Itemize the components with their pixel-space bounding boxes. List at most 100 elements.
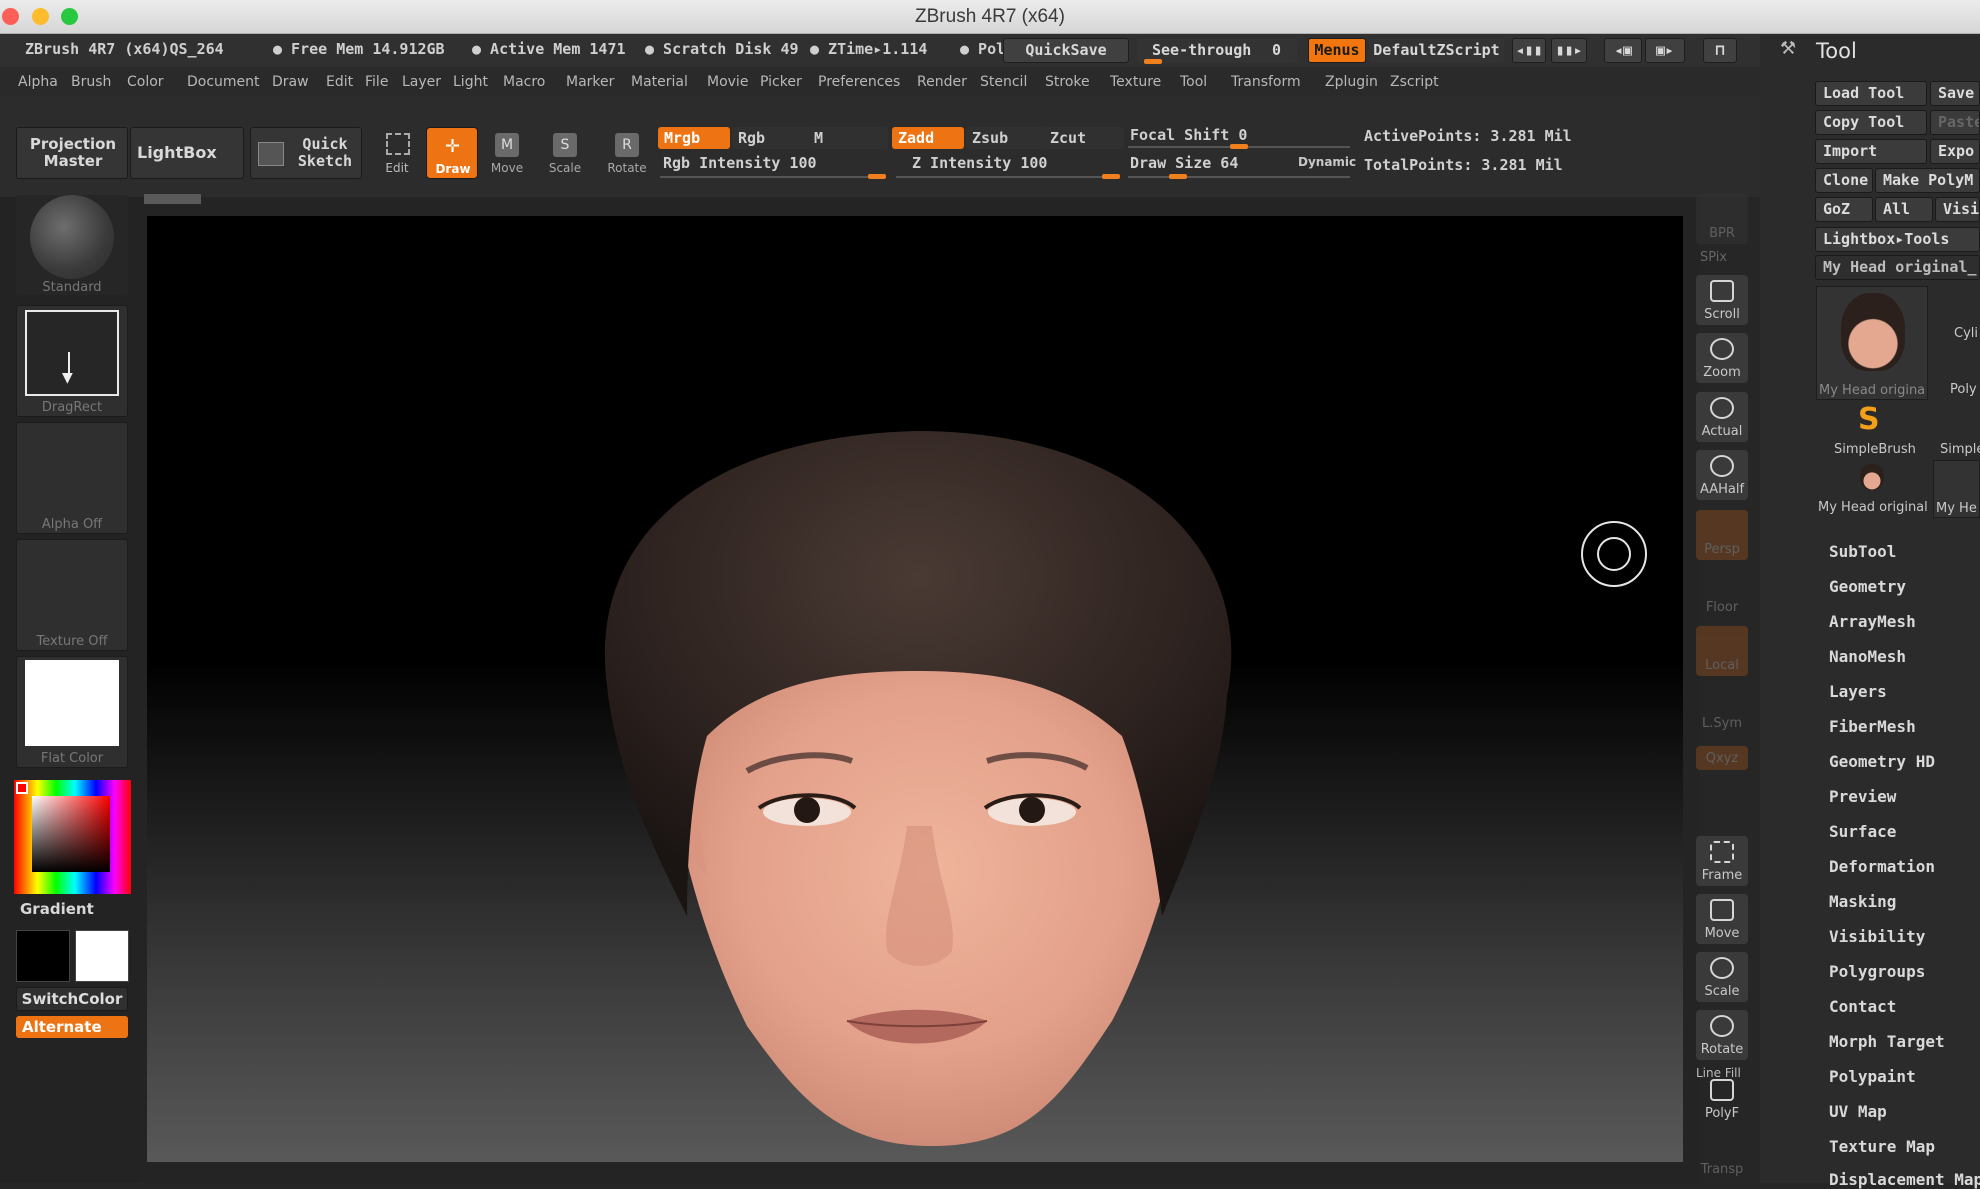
subpalette-nanomesh[interactable]: NanoMesh <box>1829 647 1906 666</box>
subpalette-surface[interactable]: Surface <box>1829 822 1896 841</box>
quick-sketch-button[interactable]: Quick Sketch <box>250 127 362 179</box>
m-button[interactable]: M <box>808 127 888 149</box>
alpha-slot[interactable]: Alpha Off <box>16 422 128 534</box>
brush-slot[interactable]: Standard <box>16 195 128 295</box>
subpalette-texture-map[interactable]: Texture Map <box>1829 1137 1935 1156</box>
menu-stroke[interactable]: Stroke <box>1045 74 1090 90</box>
menu-picker[interactable]: Picker <box>760 74 802 90</box>
lightbox-tools-button[interactable]: Lightbox▸Tools <box>1815 227 1980 252</box>
z-intensity-knob[interactable] <box>1102 174 1120 179</box>
mrgb-button[interactable]: Mrgb <box>658 127 730 149</box>
subpalette-displacement-map[interactable]: Displacement Map <box>1829 1170 1980 1189</box>
menu-layer[interactable]: Layer <box>402 74 441 90</box>
subpalette-visibility[interactable]: Visibility <box>1829 927 1925 946</box>
scroll-button[interactable]: Scroll <box>1696 275 1748 325</box>
rotate-button[interactable]: R Rotate <box>602 127 652 179</box>
actual-button[interactable]: Actual <box>1696 392 1748 442</box>
goz-all-button[interactable]: All <box>1875 197 1933 222</box>
xyz-button[interactable]: Qxyz <box>1696 746 1748 770</box>
menu-draw[interactable]: Draw <box>272 74 309 90</box>
quicksave-button[interactable]: QuickSave <box>1003 38 1129 63</box>
paste-tool-button[interactable]: Paste <box>1930 110 1980 135</box>
thumb-simple2-label[interactable]: Simple <box>1940 442 1980 457</box>
subpalette-geometry-hd[interactable]: Geometry HD <box>1829 752 1935 771</box>
rotate-view-button[interactable]: Rotate <box>1696 1010 1748 1060</box>
tool-thumb-simplebrush[interactable]: S SimpleBrush <box>1816 402 1928 458</box>
tool-thumb-my-head-2[interactable]: My Head original <box>1816 460 1928 518</box>
persp-button[interactable]: Persp <box>1696 510 1748 560</box>
default-zscript-button[interactable]: DefaultZScript <box>1369 38 1504 63</box>
menu-material[interactable]: Material <box>631 74 688 90</box>
tool-thumb-my-head[interactable]: My Head origina <box>1816 286 1928 400</box>
lsym-button[interactable]: L.Sym <box>1696 684 1748 734</box>
material-slot[interactable]: Flat Color <box>16 656 128 768</box>
copy-tool-button[interactable]: Copy Tool <box>1815 110 1927 135</box>
menu-zplugin[interactable]: Zplugin <box>1325 74 1378 90</box>
bpr-button[interactable]: BPR <box>1696 194 1748 244</box>
color-picker[interactable] <box>14 780 131 894</box>
clone-button[interactable]: Clone <box>1815 168 1873 193</box>
local-button[interactable]: Local <box>1696 626 1748 676</box>
goz-visible-button[interactable]: Visib <box>1935 197 1980 222</box>
subpalette-morph-target[interactable]: Morph Target <box>1829 1032 1945 1051</box>
ui-layout-prev-icon[interactable]: ◂▮▮ <box>1512 38 1546 63</box>
subpalette-masking[interactable]: Masking <box>1829 892 1896 911</box>
menu-texture[interactable]: Texture <box>1110 74 1161 90</box>
lightbox-button[interactable]: LightBox <box>130 127 244 179</box>
menu-render[interactable]: Render <box>917 74 967 90</box>
subpalette-subtool[interactable]: SubTool <box>1829 542 1896 561</box>
menu-transform[interactable]: Transform <box>1231 74 1301 90</box>
load-tool-button[interactable]: Load Tool <box>1815 81 1927 106</box>
transp-button[interactable]: Transp <box>1696 1130 1748 1180</box>
menu-light[interactable]: Light <box>453 74 488 90</box>
tool-thumb-my-he[interactable]: My He <box>1933 460 1980 518</box>
rgb-intensity-slider[interactable] <box>660 176 886 178</box>
stroke-slot[interactable]: ▼ DragRect <box>16 305 128 417</box>
move-view-button[interactable]: Move <box>1696 894 1748 944</box>
see-through-slider[interactable]: See-through 0 <box>1137 38 1297 64</box>
subpalette-contact[interactable]: Contact <box>1829 997 1896 1016</box>
menu-preferences[interactable]: Preferences <box>818 74 900 90</box>
canvas-scroll-handle[interactable] <box>144 194 201 204</box>
subpalette-geometry[interactable]: Geometry <box>1829 577 1906 596</box>
import-button[interactable]: Import <box>1815 139 1927 164</box>
zsub-button[interactable]: Zsub <box>966 127 1046 149</box>
edit-button[interactable]: Edit <box>372 127 422 179</box>
color-sv-square[interactable] <box>32 796 110 872</box>
menu-brush[interactable]: Brush <box>71 74 111 90</box>
scale-view-button[interactable]: Scale <box>1696 952 1748 1002</box>
rgb-button[interactable]: Rgb <box>732 127 812 149</box>
menu-stencil[interactable]: Stencil <box>980 74 1027 90</box>
ui-color-prev-icon[interactable]: ◂▣ <box>1604 38 1642 63</box>
menu-tool[interactable]: Tool <box>1180 74 1207 90</box>
menu-movie[interactable]: Movie <box>707 74 748 90</box>
subpalette-fibermesh[interactable]: FiberMesh <box>1829 717 1916 736</box>
save-tool-button[interactable]: Save <box>1930 81 1980 106</box>
floor-button[interactable]: Floor <box>1696 568 1748 618</box>
tool-thumb-cylinder[interactable]: Cyli Poly <box>1932 286 1980 400</box>
alternate-toggle[interactable]: Alternate <box>16 1016 128 1038</box>
zoom-button[interactable]: Zoom <box>1696 333 1748 383</box>
export-button[interactable]: Expo <box>1930 139 1980 164</box>
rgb-intensity-knob[interactable] <box>868 174 886 179</box>
zcut-button[interactable]: Zcut <box>1044 127 1124 149</box>
draw-size-slider[interactable] <box>1128 176 1350 178</box>
switchcolor-button[interactable]: SwitchColor <box>16 987 128 1011</box>
polyf-button[interactable]: PolyF <box>1696 1074 1748 1124</box>
document-canvas[interactable] <box>147 216 1683 1162</box>
dynamic-toggle[interactable]: Dynamic <box>1298 155 1356 169</box>
goz-button[interactable]: GoZ <box>1815 197 1873 222</box>
secondary-color-swatch[interactable] <box>16 930 70 982</box>
menu-file[interactable]: File <box>365 74 388 90</box>
menu-color[interactable]: Color <box>127 74 164 90</box>
main-color-swatch[interactable] <box>75 930 129 982</box>
menu-alpha[interactable]: Alpha <box>18 74 58 90</box>
aahalf-button[interactable]: AAHalf <box>1696 450 1748 500</box>
subpalette-deformation[interactable]: Deformation <box>1829 857 1935 876</box>
texture-slot[interactable]: Texture Off <box>16 539 128 651</box>
draw-size-knob[interactable] <box>1168 174 1187 179</box>
subpalette-polygroups[interactable]: Polygroups <box>1829 962 1925 981</box>
z-intensity-slider[interactable] <box>896 176 1120 178</box>
make-polymesh-button[interactable]: Make PolyM <box>1875 168 1980 193</box>
menu-edit[interactable]: Edit <box>326 74 353 90</box>
